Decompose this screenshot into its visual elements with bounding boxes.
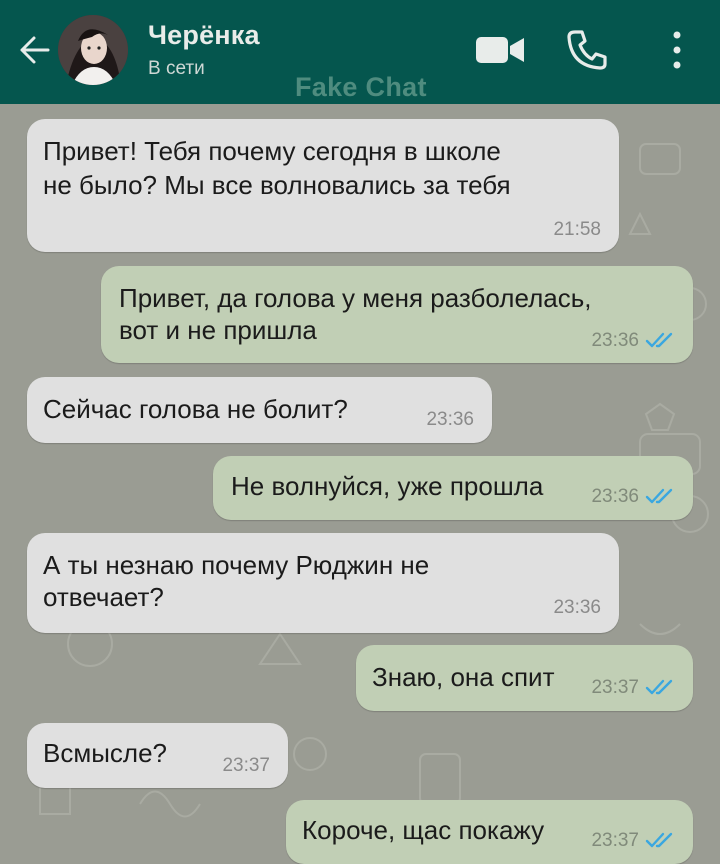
message-bubble-incoming[interactable]: А ты незнаю почему Рюджин не отвечает? 2…	[27, 533, 619, 633]
message-bubble-incoming[interactable]: Всмысле? 23:37	[27, 723, 288, 788]
message-text: Сейчас голова не болит?	[43, 394, 348, 424]
chat-header: Черёнка В сети Fake Chat	[0, 0, 720, 104]
message-time: 23:37	[591, 677, 639, 698]
contact-name[interactable]: Черёнка	[148, 20, 260, 51]
avatar[interactable]	[58, 15, 128, 85]
message-text: вот и не пришла	[119, 315, 317, 345]
double-check-icon	[645, 488, 673, 504]
arrow-left-icon[interactable]	[14, 30, 54, 70]
message-bubble-outgoing[interactable]: Знаю, она спит 23:37	[356, 645, 693, 711]
message-time: 23:36	[553, 597, 601, 618]
video-camera-icon[interactable]	[474, 34, 526, 66]
watermark-text: Fake Chat	[295, 72, 427, 102]
message-bubble-outgoing[interactable]: Привет, да голова у меня разболелась, во…	[101, 266, 693, 363]
phone-icon[interactable]	[565, 28, 609, 72]
more-vertical-icon[interactable]	[668, 30, 686, 70]
message-text: не было? Мы все волновались за тебя	[43, 170, 511, 200]
message-time: 23:36	[591, 486, 639, 507]
message-text: А ты незнаю почему Рюджин не	[43, 550, 430, 580]
message-bubble-incoming[interactable]: Сейчас голова не болит? 23:36	[27, 377, 492, 443]
message-text: Короче, щас покажу	[302, 815, 545, 845]
message-text: Всмысле?	[43, 738, 167, 768]
contact-photo	[58, 15, 128, 85]
message-text: Привет! Тебя почему сегодня в школе	[43, 136, 501, 166]
message-time: 21:58	[553, 219, 601, 240]
message-time: 23:36	[426, 409, 474, 430]
message-time: 23:36	[591, 330, 639, 351]
message-bubble-outgoing[interactable]: Не волнуйся, уже прошла 23:36	[213, 456, 693, 520]
message-text: отвечает?	[43, 582, 164, 612]
message-bubble-incoming[interactable]: Привет! Тебя почему сегодня в школе не б…	[27, 119, 619, 252]
message-text: Не волнуйся, уже прошла	[231, 471, 544, 501]
message-time: 23:37	[591, 830, 639, 851]
message-text: Знаю, она спит	[372, 662, 555, 692]
double-check-icon	[645, 679, 673, 695]
message-bubble-outgoing[interactable]: Короче, щас покажу 23:37	[286, 800, 693, 864]
message-time: 23:37	[222, 755, 270, 776]
double-check-icon	[645, 832, 673, 848]
contact-status: В сети	[148, 58, 205, 79]
double-check-icon	[645, 332, 673, 348]
message-text: Привет, да голова у меня разболелась,	[119, 283, 592, 313]
